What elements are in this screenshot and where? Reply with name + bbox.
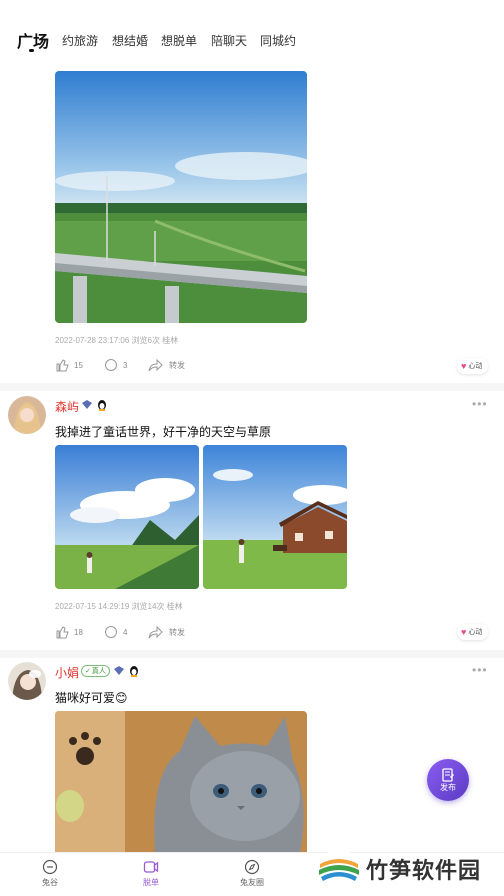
publish-button[interactable]: 发布 xyxy=(427,759,469,801)
tab-chat[interactable]: 陪聊天 xyxy=(211,32,247,49)
share-button[interactable]: 转发 xyxy=(148,358,185,372)
post-image[interactable] xyxy=(55,71,307,323)
vip-badge-icon xyxy=(114,666,124,675)
like-count: 15 xyxy=(74,360,83,370)
tab-marriage[interactable]: 想结婚 xyxy=(112,32,148,49)
feed: 2022-07-28 23:17:06 浏览6次 桂林 15 3 转发 ♥ 心动… xyxy=(0,0,504,852)
watermark-logo-icon xyxy=(319,849,359,889)
nav-label: 兔友圈 xyxy=(240,878,264,887)
avatar-image xyxy=(8,662,46,700)
share-label: 转发 xyxy=(169,360,185,370)
edit-icon xyxy=(442,767,454,782)
home-icon xyxy=(42,859,58,875)
verified-badge: ✓ 真人 xyxy=(81,665,110,677)
thumbs-up-icon xyxy=(56,626,69,639)
avatar[interactable] xyxy=(8,662,46,700)
vip-badge-icon xyxy=(82,400,92,409)
like-button[interactable]: 15 xyxy=(55,358,83,372)
post-divider xyxy=(0,383,504,391)
nav-label: 兔谷 xyxy=(42,878,58,887)
avatar-image xyxy=(8,396,46,434)
post-meta: 2022-07-15 14:29:19 浏览14次 桂林 xyxy=(55,602,183,611)
comment-count: 3 xyxy=(123,360,128,370)
heart-label: 心动 xyxy=(468,363,483,370)
post-divider xyxy=(0,650,504,658)
cabin-photo xyxy=(203,445,347,589)
verified-label: 真人 xyxy=(91,668,106,675)
post-image[interactable] xyxy=(55,445,199,589)
qq-icon xyxy=(130,666,138,677)
username[interactable]: 森屿 xyxy=(55,398,79,415)
heart-button[interactable]: ♥ 心动 xyxy=(457,624,489,640)
video-icon xyxy=(143,861,159,873)
share-label: 转发 xyxy=(169,627,185,637)
post-caption: 我掉进了童话世界，好干净的天空与草原 xyxy=(55,425,272,439)
meadow-photo xyxy=(55,445,199,589)
comment-count: 4 xyxy=(123,627,128,637)
publish-label: 发布 xyxy=(440,782,456,792)
comment-icon xyxy=(105,626,117,638)
nav-home[interactable]: 兔谷 xyxy=(20,859,80,888)
watermark: 竹笋软件园 xyxy=(318,848,481,890)
heart-button[interactable]: ♥ 心动 xyxy=(457,358,489,374)
more-options-icon[interactable]: ••• xyxy=(472,663,488,677)
more-options-icon[interactable]: ••• xyxy=(472,397,488,411)
tab-travel[interactable]: 约旅游 xyxy=(62,32,98,49)
post-meta: 2022-07-28 23:17:06 浏览6次 桂林 xyxy=(55,336,179,345)
tab-local[interactable]: 同城约 xyxy=(260,32,296,49)
comment-button[interactable]: 4 xyxy=(104,625,127,639)
thumbs-up-icon xyxy=(56,359,69,372)
heart-label: 心动 xyxy=(468,629,483,636)
top-tab-bar: 广场 约旅游 想结婚 想脱单 陪聊天 同城约 xyxy=(0,0,504,56)
share-button[interactable]: 转发 xyxy=(148,625,185,639)
cat-photo xyxy=(55,711,307,852)
share-icon xyxy=(148,358,163,372)
heart-icon: ♥ xyxy=(461,627,467,637)
compass-icon xyxy=(244,859,260,875)
check-icon: ✓ xyxy=(85,668,91,675)
watermark-text: 竹笋软件园 xyxy=(366,858,482,883)
username[interactable]: 小娟 xyxy=(55,664,79,681)
qq-icon xyxy=(98,400,106,411)
landscape-photo xyxy=(55,71,307,323)
avatar[interactable] xyxy=(8,396,46,434)
tab-dating[interactable]: 想脱单 xyxy=(161,32,197,49)
share-icon xyxy=(148,625,163,639)
nav-friends[interactable]: 兔友圈 xyxy=(222,859,282,888)
post-image[interactable] xyxy=(55,711,307,852)
like-count: 18 xyxy=(74,627,83,637)
tab-indicator xyxy=(29,49,34,52)
nav-dating[interactable]: 脱单 xyxy=(121,859,181,888)
post-image[interactable] xyxy=(203,445,347,589)
post-caption: 猫咪好可爱😊 xyxy=(55,691,128,705)
like-button[interactable]: 18 xyxy=(55,625,83,639)
comment-button[interactable]: 3 xyxy=(104,358,127,372)
heart-icon: ♥ xyxy=(461,361,467,371)
nav-label: 脱单 xyxy=(143,878,159,887)
comment-icon xyxy=(105,359,117,371)
